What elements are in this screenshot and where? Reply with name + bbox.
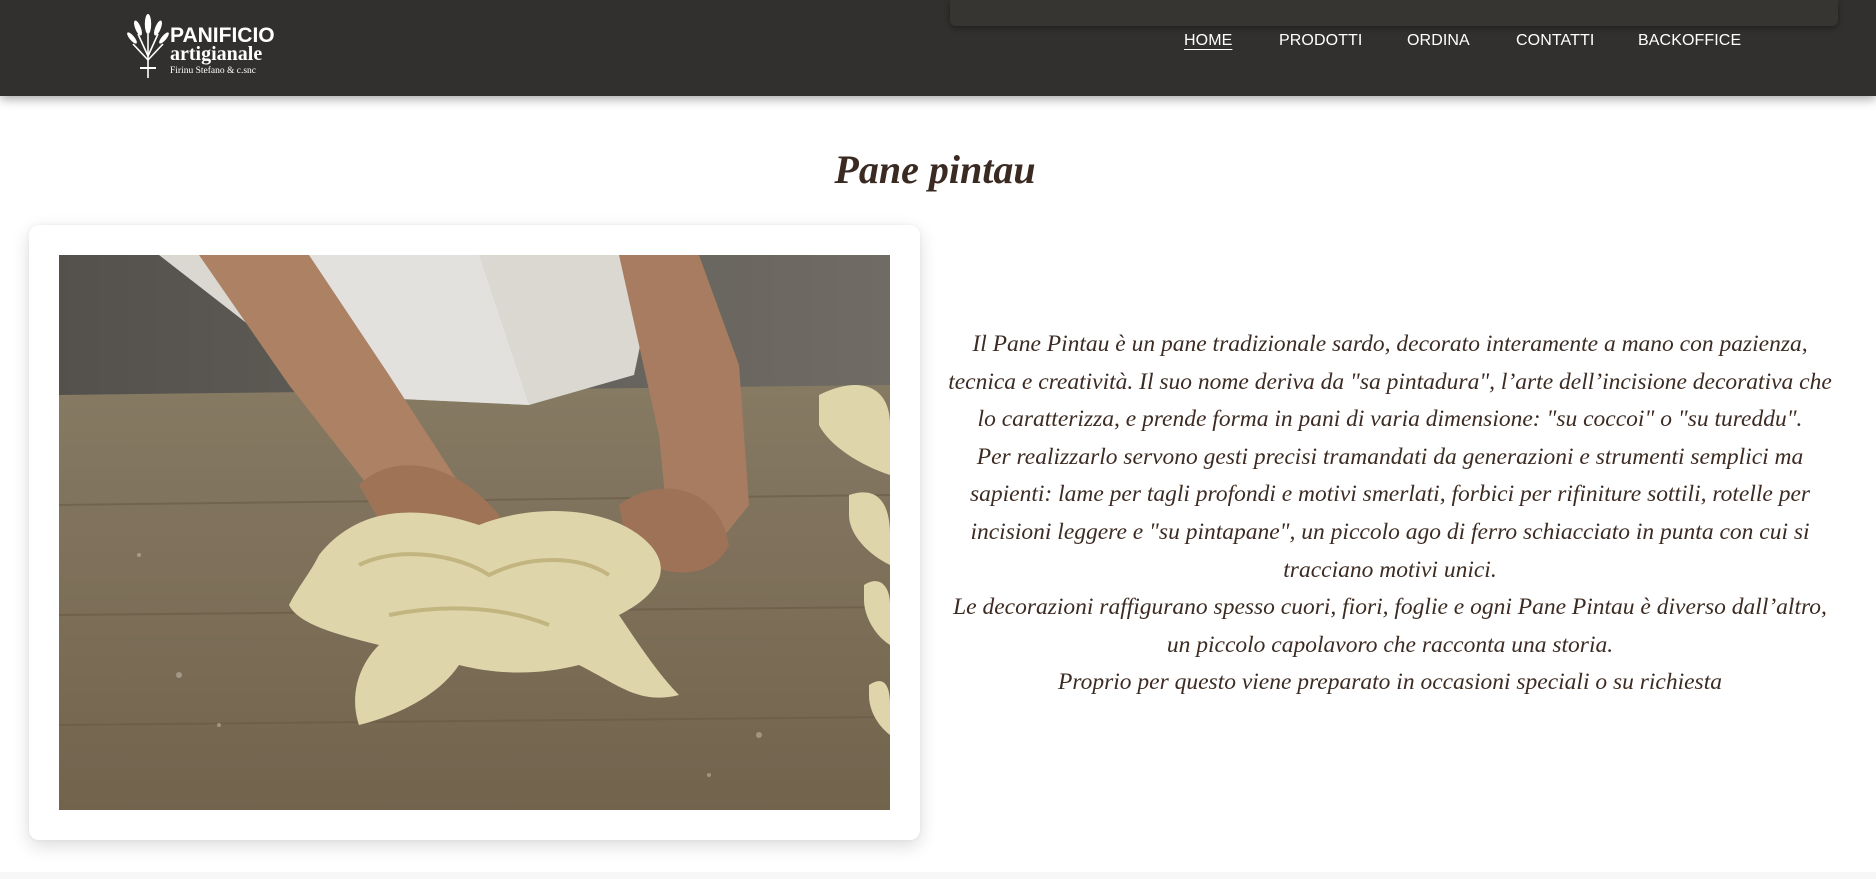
description-paragraph: Il Pane Pintau è un pane tradizionale sa…: [948, 331, 1832, 433]
description-paragraph: Le decorazioni raffigurano spesso cuori,…: [953, 594, 1827, 658]
description-text: Il Pane Pintau è un pane tradizionale sa…: [940, 326, 1840, 702]
brand-logo[interactable]: PANIFICIO artigianale Firinu Stefano & c…: [126, 6, 286, 82]
brand-line3: Firinu Stefano & c.snc: [170, 65, 256, 76]
navbar-shelf: [950, 0, 1838, 26]
nav-item-home[interactable]: HOME: [1184, 32, 1232, 50]
nav-item-prodotti[interactable]: PRODOTTI: [1279, 32, 1362, 50]
page-title: Pane pintau: [834, 147, 1036, 192]
nav-item-ordina[interactable]: ORDINA: [1407, 32, 1470, 50]
wheat-sheaf-icon: [127, 14, 169, 78]
section-divider: [0, 872, 1876, 879]
description-paragraph: Per realizzarlo servono gesti precisi tr…: [969, 443, 1811, 583]
photo-card: [29, 225, 920, 840]
top-navbar: PANIFICIO artigianale Firinu Stefano & c…: [0, 0, 1876, 96]
nav-item-contatti[interactable]: CONTATTI: [1516, 32, 1594, 50]
nav-item-backoffice[interactable]: BACKOFFICE: [1638, 32, 1741, 50]
brand-line2: artigianale: [170, 43, 262, 65]
pane-pintau-photo: [59, 255, 890, 810]
description-paragraph: Proprio per questo viene preparato in oc…: [1057, 669, 1722, 696]
